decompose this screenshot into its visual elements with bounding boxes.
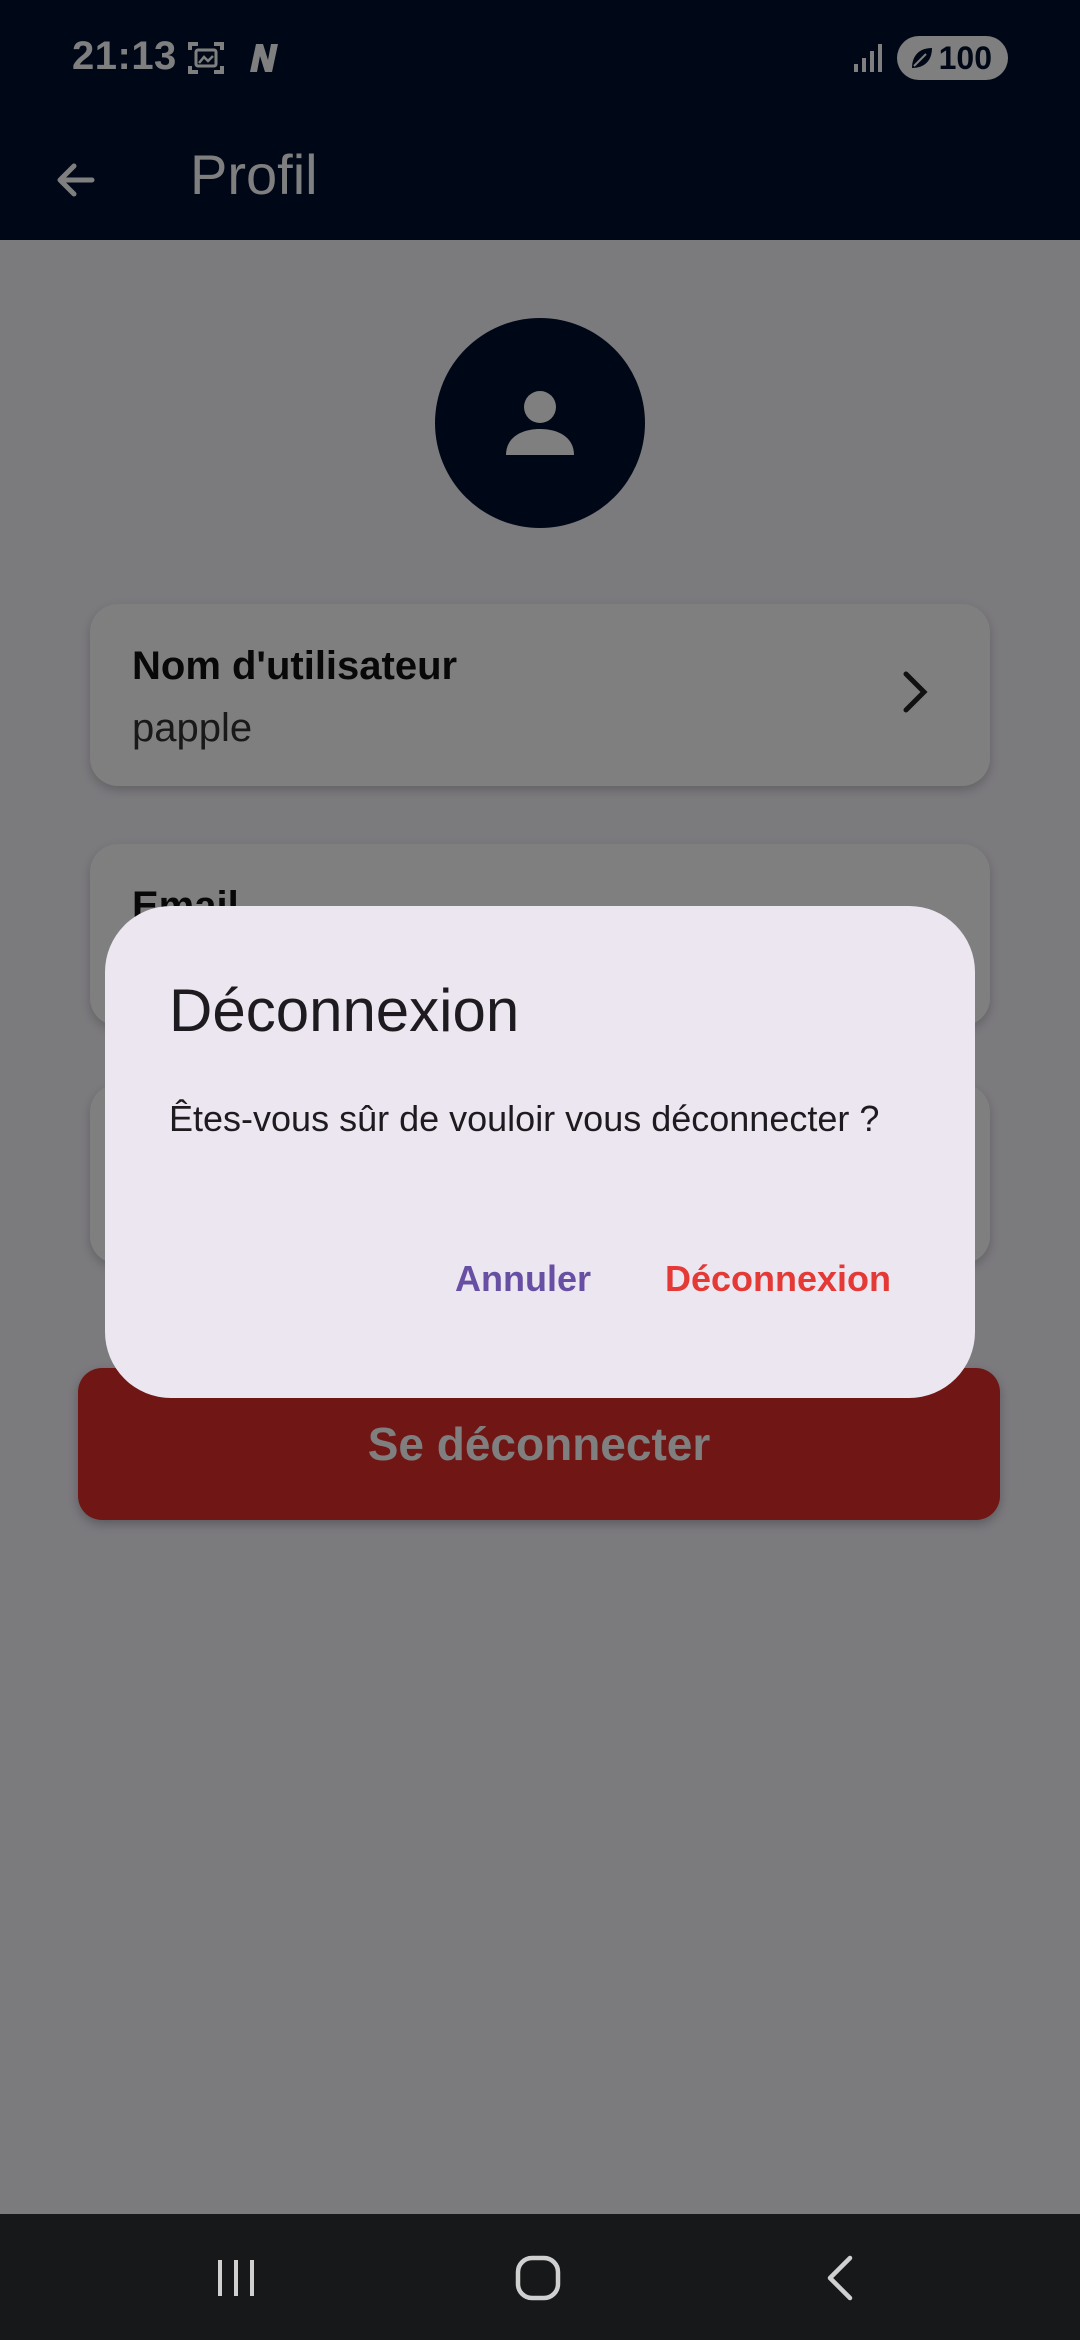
system-nav-bar bbox=[0, 2214, 1080, 2340]
confirm-logout-button[interactable]: Déconnexion bbox=[645, 1246, 911, 1312]
recent-apps-button[interactable] bbox=[176, 2238, 296, 2318]
system-back-button[interactable] bbox=[780, 2238, 900, 2318]
dialog-title: Déconnexion bbox=[169, 977, 520, 1044]
logout-dialog: Déconnexion Êtes-vous sûr de vouloir vou… bbox=[105, 906, 975, 1398]
dialog-message: Êtes-vous sûr de vouloir vous déconnecte… bbox=[169, 1098, 880, 1139]
recent-apps-icon bbox=[218, 2260, 254, 2296]
home-button[interactable] bbox=[478, 2238, 598, 2318]
cancel-button[interactable]: Annuler bbox=[435, 1246, 611, 1312]
chevron-left-icon bbox=[827, 2255, 853, 2301]
home-icon bbox=[515, 2255, 561, 2301]
